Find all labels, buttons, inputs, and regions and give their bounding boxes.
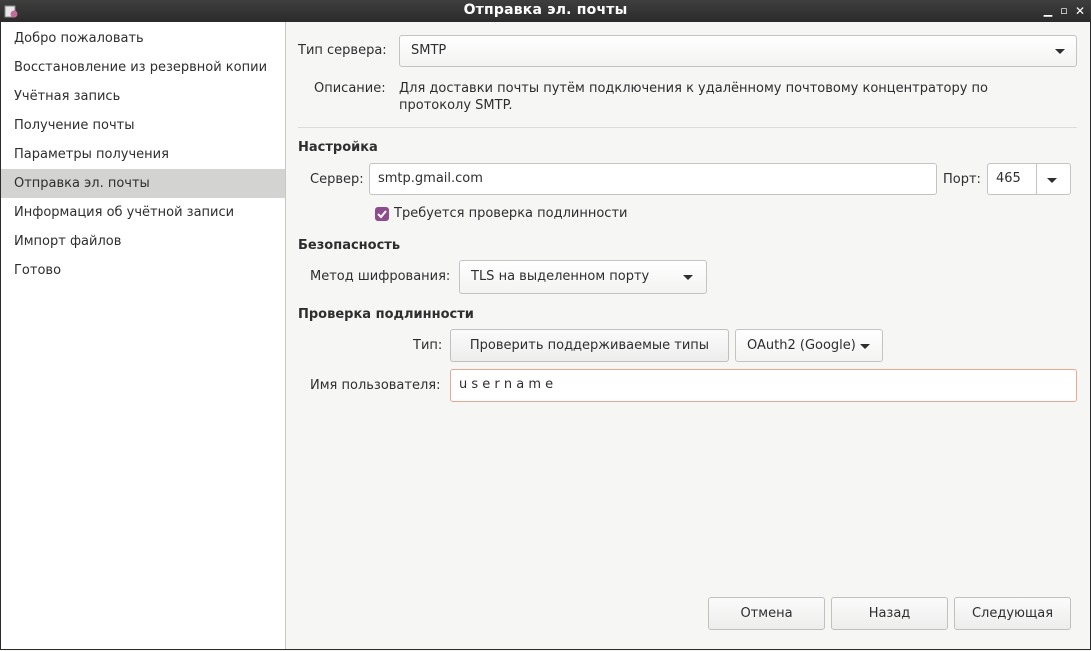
close-icon[interactable]: ✕ xyxy=(1073,3,1087,19)
title-bar: Отправка эл. почты ▁ ▫ ✕ xyxy=(0,0,1091,22)
minimize-icon[interactable]: ▁ xyxy=(1041,3,1055,19)
window-title: Отправка эл. почты xyxy=(463,2,628,18)
maximize-icon[interactable]: ▫ xyxy=(1057,3,1071,19)
window-frame xyxy=(0,22,1091,650)
